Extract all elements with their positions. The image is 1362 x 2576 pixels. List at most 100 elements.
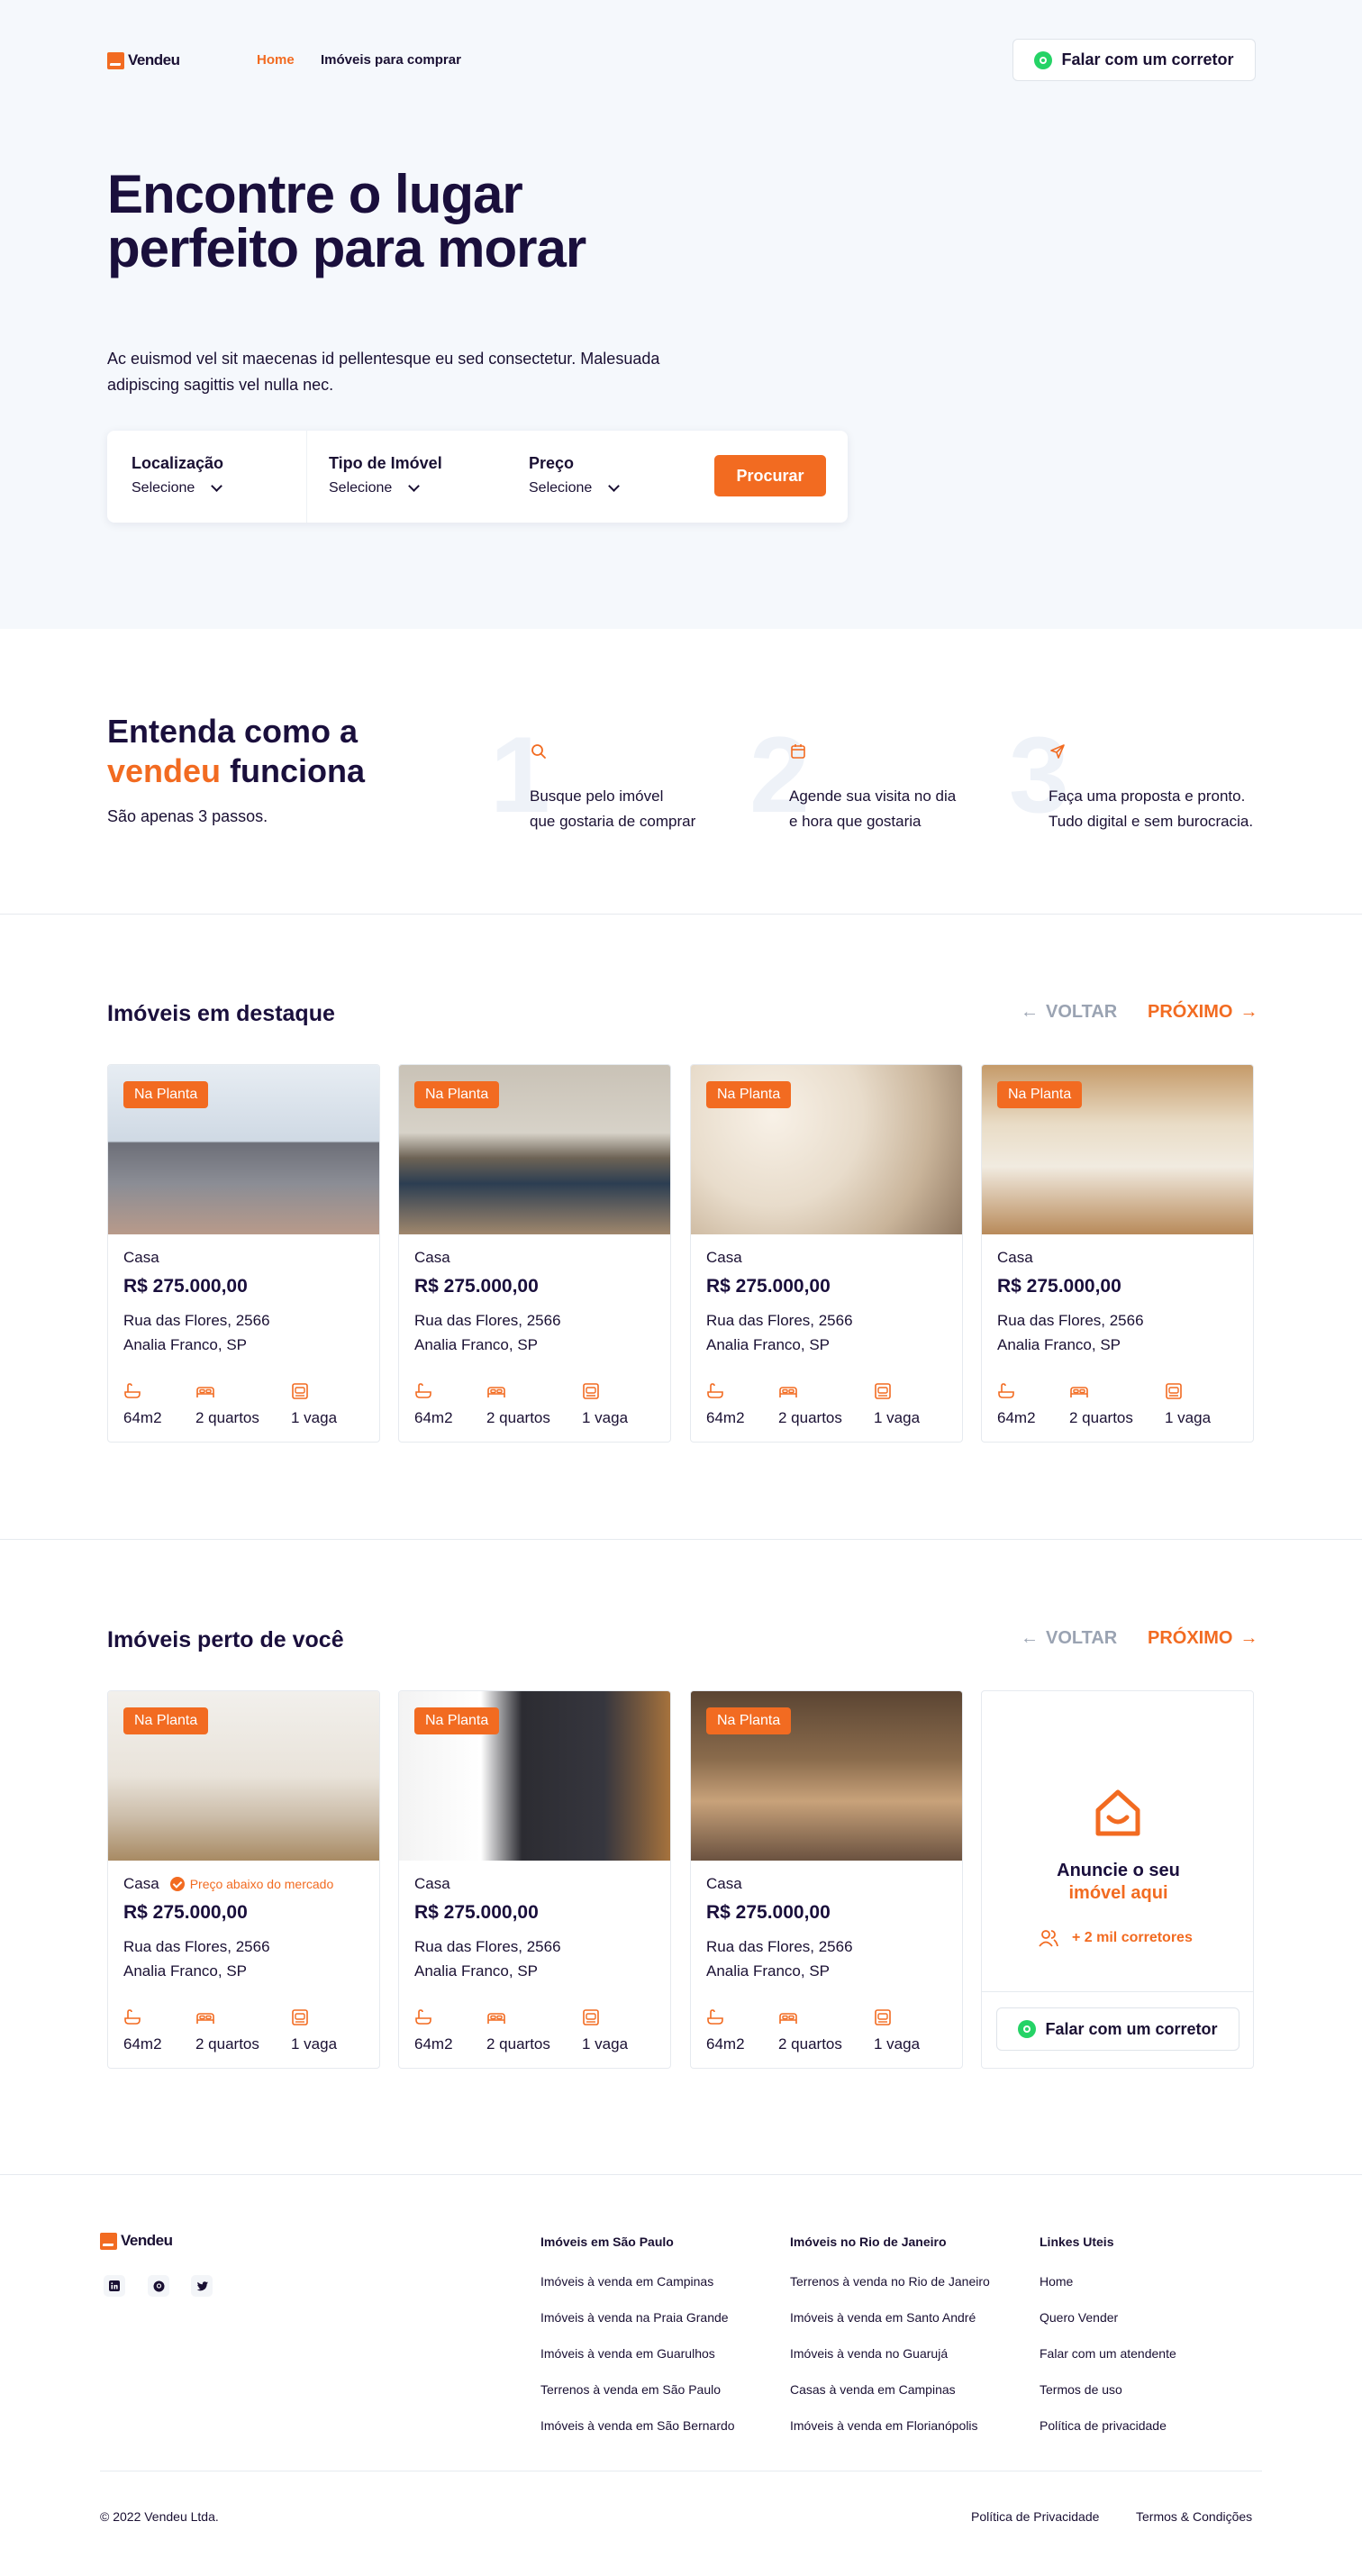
property-street: Rua das Flores, 2566 (706, 1312, 853, 1329)
terms-link[interactable]: Termos & Condições (1136, 2509, 1252, 2524)
property-type: Casa (997, 1249, 1033, 1266)
rooms-label: 2 quartos (195, 2035, 259, 2053)
bathtub-icon (124, 1383, 141, 1398)
property-area: Analia Franco, SP (414, 1962, 539, 1980)
property-street: Rua das Flores, 2566 (123, 1938, 270, 1955)
bed-icon (1070, 1387, 1088, 1397)
talk-to-broker-button[interactable]: Falar com um corretor (1012, 39, 1256, 81)
property-street: Rua das Flores, 2566 (997, 1312, 1144, 1329)
property-area: Analia Franco, SP (123, 1962, 248, 1980)
property-type: Casa (123, 1249, 159, 1266)
footer-link[interactable]: Imóveis à venda no Guarujá (790, 2346, 948, 2361)
property-area: Analia Franco, SP (706, 1962, 831, 1980)
prev-label: VOLTAR (1046, 1002, 1118, 1022)
arrow-left-icon: ← (1021, 1002, 1039, 1022)
featured-prev-button[interactable]: ← VOLTAR (1021, 1002, 1117, 1023)
parking-label: 1 vaga (582, 1409, 629, 1426)
property-type-row: Casa (414, 1249, 450, 1267)
property-card[interactable]: Na Planta Casa R$ 275.000,00 Rua das Flo… (690, 1064, 963, 1443)
size-feature: 64m2 (997, 1382, 1036, 1427)
size-feature: 64m2 (414, 2008, 453, 2053)
logo-text: Vendeu (121, 2232, 173, 2249)
step-text: Tudo digital e sem burocracia. (1049, 813, 1254, 830)
price-select[interactable]: Preço Selecione (529, 454, 621, 496)
location-select[interactable]: Localização Selecione (132, 454, 223, 496)
linkedin-icon[interactable] (104, 2275, 125, 2297)
bathtub-icon (415, 1383, 431, 1398)
footer-link[interactable]: Terrenos à venda em São Paulo (540, 2382, 721, 2397)
property-price: R$ 275.000,00 (997, 1276, 1121, 1297)
footer-link[interactable]: Falar com um atendente (1040, 2346, 1176, 2361)
rooms-feature: 2 quartos (778, 1382, 842, 1427)
footer-link[interactable]: Casas à venda em Campinas (790, 2382, 956, 2397)
step-text: e hora que gostaria (789, 813, 922, 830)
footer-logo[interactable]: Vendeu (100, 2232, 173, 2250)
bathtub-icon (707, 1383, 723, 1398)
parking-feature: 1 vaga (582, 2008, 628, 2053)
rooms-label: 2 quartos (486, 2035, 550, 2053)
advertise-talk-button[interactable]: Falar com um corretor (996, 2007, 1239, 2051)
property-type-select[interactable]: Tipo de Imóvel Selecione (329, 454, 442, 496)
advertise-talk-label: Falar com um corretor (1045, 2019, 1218, 2038)
nav-buy[interactable]: Imóveis para comprar (321, 52, 461, 68)
chevron-down-icon (408, 479, 421, 492)
property-type: Casa (706, 1875, 742, 1892)
bed-icon (487, 2013, 505, 2024)
github-icon[interactable] (148, 2275, 169, 2297)
property-price: R$ 275.000,00 (414, 1276, 539, 1297)
bathtub-icon (415, 2009, 431, 2025)
status-badge: Na Planta (123, 1707, 209, 1734)
status-badge: Na Planta (706, 1707, 792, 1734)
search-button[interactable]: Procurar (714, 455, 826, 496)
parking-label: 1 vaga (582, 2035, 629, 2053)
footer-link[interactable]: Imóveis à venda em São Bernardo (540, 2418, 735, 2433)
privacy-link[interactable]: Política de Privacidade (971, 2509, 1099, 2524)
bed-icon (196, 1387, 214, 1397)
hero-subtitle: Ac euismod vel sit maecenas id pellentes… (107, 350, 660, 394)
garage-icon (292, 2009, 308, 2025)
footer-link[interactable]: Imóveis à venda em Florianópolis (790, 2418, 978, 2433)
footer-column-title: Linkes Uteis (1040, 2235, 1114, 2249)
nav-home[interactable]: Home (257, 52, 295, 68)
garage-icon (583, 1383, 599, 1399)
property-type: Casa (414, 1249, 450, 1266)
send-icon (1050, 744, 1065, 759)
property-card[interactable]: Na Planta Casa R$ 275.000,00 Rua das Flo… (398, 1064, 671, 1443)
footer-link[interactable]: Terrenos à venda no Rio de Janeiro (790, 2274, 990, 2289)
footer-link[interactable]: Imóveis à venda na Praia Grande (540, 2310, 729, 2325)
how-title-line1: Entenda como a (107, 713, 359, 750)
whatsapp-icon (1018, 2020, 1037, 2038)
property-street: Rua das Flores, 2566 (123, 1312, 270, 1329)
property-area: Analia Franco, SP (414, 1336, 539, 1353)
garage-icon (583, 2009, 599, 2025)
status-badge: Na Planta (414, 1081, 500, 1108)
rooms-label: 2 quartos (1069, 1409, 1133, 1426)
footer-link[interactable]: Imóveis à venda em Campinas (540, 2274, 713, 2289)
below-market-label: Preço abaixo do mercado (189, 1877, 334, 1891)
bed-icon (487, 1387, 505, 1397)
check-circle-icon (169, 1877, 185, 1891)
property-type: Casa (706, 1249, 742, 1266)
footer-link[interactable]: Imóveis à venda em Guarulhos (540, 2346, 715, 2361)
nearby-prev-button[interactable]: ← VOLTAR (1021, 1628, 1117, 1649)
rooms-feature: 2 quartos (195, 2008, 259, 2053)
divider (0, 2174, 1362, 2175)
footer-link[interactable]: Home (1040, 2274, 1073, 2289)
property-type: Casa (414, 1875, 450, 1892)
prev-label: VOLTAR (1046, 1628, 1118, 1648)
property-card[interactable]: Na Planta Casa Preço abaixo do mercado R… (107, 1690, 380, 2069)
nearby-next-button[interactable]: PRÓXIMO → (1148, 1628, 1258, 1649)
footer-link[interactable]: Termos de uso (1040, 2382, 1122, 2397)
property-card[interactable]: Na Planta Casa R$ 275.000,00 Rua das Flo… (690, 1690, 963, 2069)
footer-link[interactable]: Imóveis à venda em Santo André (790, 2310, 976, 2325)
size-label: 64m2 (997, 1409, 1036, 1426)
property-card[interactable]: Na Planta Casa R$ 275.000,00 Rua das Flo… (107, 1064, 380, 1443)
logo-text: Vendeu (128, 51, 180, 68)
logo[interactable]: Vendeu (107, 51, 180, 69)
twitter-icon[interactable] (191, 2275, 213, 2297)
featured-next-button[interactable]: PRÓXIMO → (1148, 1002, 1258, 1023)
footer-link[interactable]: Política de privacidade (1040, 2418, 1167, 2433)
property-card[interactable]: Na Planta Casa R$ 275.000,00 Rua das Flo… (981, 1064, 1254, 1443)
property-card[interactable]: Na Planta Casa R$ 275.000,00 Rua das Flo… (398, 1690, 671, 2069)
footer-link[interactable]: Quero Vender (1040, 2310, 1118, 2325)
